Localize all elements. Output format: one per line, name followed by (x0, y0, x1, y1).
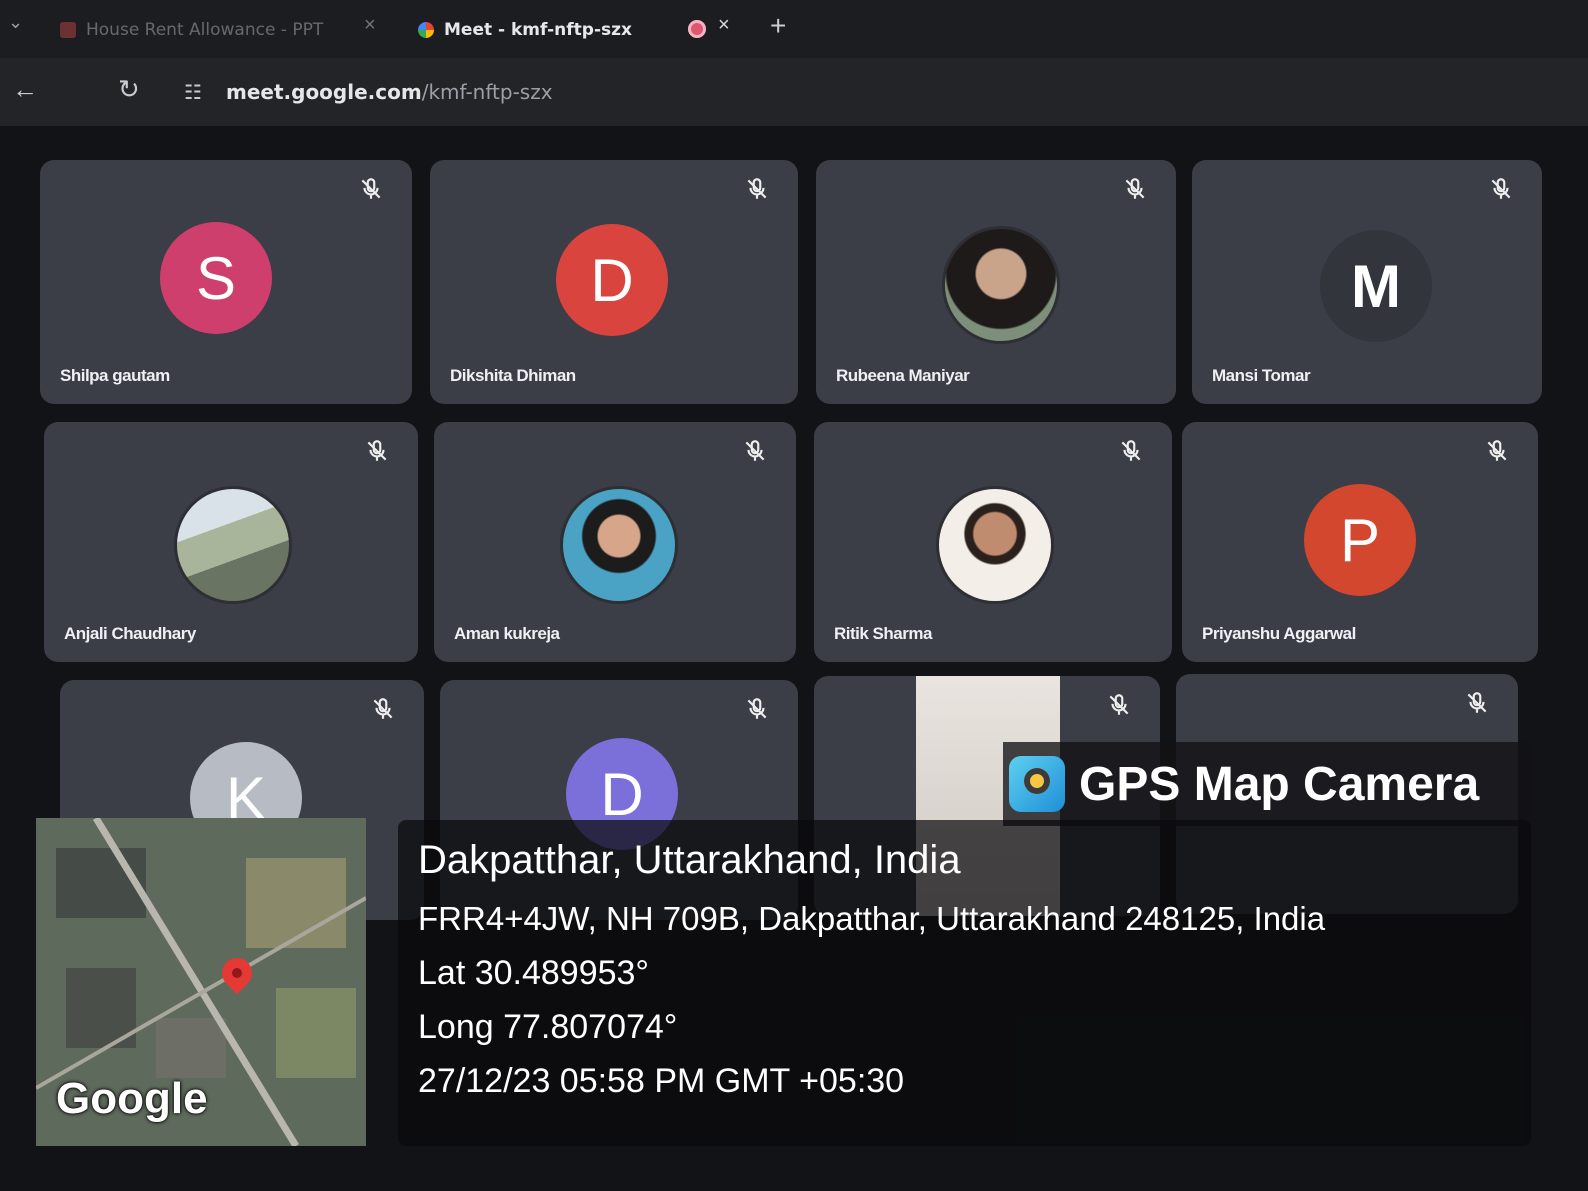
reload-icon[interactable]: ↻ (118, 74, 140, 105)
tab-meet[interactable]: Meet - kmf-nftp-szx (418, 10, 632, 50)
url-host: meet.google.com (226, 80, 422, 104)
slides-favicon-icon (60, 22, 76, 38)
tab-title: House Rent Allowance - PPT (86, 20, 324, 40)
site-info-icon[interactable]: ☷ (184, 80, 202, 105)
participant-name: Shilpa gautam (60, 366, 170, 385)
participant-name: Ritik Sharma (834, 624, 932, 643)
participant-name: Priyanshu Aggarwal (1202, 624, 1356, 643)
participant-name: Mansi Tomar (1212, 366, 1311, 385)
gps-place: Dakpatthar, Uttarakhand, India (418, 838, 961, 882)
back-arrow-icon[interactable]: ← (12, 74, 38, 105)
mic-off-icon (747, 698, 767, 719)
mic-off-icon (1491, 178, 1511, 199)
url-field[interactable]: meet.google.com/kmf-nftp-szx (226, 80, 553, 104)
profile-photo-avatar (942, 226, 1060, 344)
profile-photo-avatar (560, 486, 678, 604)
mic-off-icon (373, 698, 393, 719)
participant-name: Rubeena Maniyar (836, 366, 970, 385)
mic-off-icon (1125, 178, 1145, 199)
tab-search-chevron-icon[interactable]: ⌄ (8, 12, 23, 33)
gps-app-title: GPS Map Camera (1079, 757, 1480, 811)
tab-house-rent-allowance[interactable]: House Rent Allowance - PPT (60, 10, 323, 50)
gps-latitude: Lat 30.489953° (418, 954, 650, 992)
mic-off-icon (1109, 694, 1129, 715)
mic-off-icon (361, 178, 381, 199)
mic-off-icon (745, 440, 765, 461)
participant-tile[interactable]: Rubeena Maniyar (816, 160, 1176, 404)
avatar: M (1320, 230, 1432, 342)
participant-tile[interactable]: P Priyanshu Aggarwal (1182, 422, 1538, 662)
recording-indicator-icon (688, 20, 706, 38)
participant-name: Anjali Chaudhary (64, 624, 196, 643)
close-tab-icon[interactable]: × (364, 14, 376, 37)
gps-map-camera-app-icon (1009, 756, 1065, 812)
satellite-map-thumbnail: Google (36, 818, 366, 1146)
browser-tab-bar: ⌄ House Rent Allowance - PPT × Meet - km… (0, 0, 1588, 58)
participant-tile[interactable]: S Shilpa gautam (40, 160, 412, 404)
mic-off-icon (367, 440, 387, 461)
map-provider-label: Google (56, 1074, 208, 1123)
participant-name: Aman kukreja (454, 624, 560, 643)
gps-app-header: GPS Map Camera (1003, 742, 1531, 826)
avatar: P (1304, 484, 1416, 596)
mic-off-icon (747, 178, 767, 199)
gps-datetime: 27/12/23 05:58 PM GMT +05:30 (418, 1062, 905, 1100)
tab-title: Meet - kmf-nftp-szx (444, 20, 632, 40)
gps-longitude: Long 77.807074° (418, 1008, 678, 1046)
participant-tile[interactable]: Ritik Sharma (814, 422, 1172, 662)
participant-tile[interactable]: D Dikshita Dhiman (430, 160, 798, 404)
participant-tile[interactable]: Anjali Chaudhary (44, 422, 418, 662)
gps-info-panel: Dakpatthar, Uttarakhand, India FRR4+4JW,… (398, 820, 1531, 1146)
participant-tile[interactable]: Aman kukreja (434, 422, 796, 662)
avatar: S (160, 222, 272, 334)
gps-address: FRR4+4JW, NH 709B, Dakpatthar, Uttarakha… (418, 900, 1326, 937)
mic-off-icon (1487, 440, 1507, 461)
close-tab-icon[interactable]: × (718, 14, 730, 37)
profile-photo-avatar (174, 486, 292, 604)
participant-name: Dikshita Dhiman (450, 366, 576, 385)
profile-photo-avatar (936, 486, 1054, 604)
mic-off-icon (1121, 440, 1141, 461)
meet-favicon-icon (418, 22, 434, 38)
avatar: D (556, 224, 668, 336)
new-tab-button[interactable]: + (770, 10, 786, 42)
url-path: /kmf-nftp-szx (421, 80, 553, 104)
participant-tile[interactable]: M Mansi Tomar (1192, 160, 1542, 404)
mic-off-icon (1467, 692, 1487, 713)
